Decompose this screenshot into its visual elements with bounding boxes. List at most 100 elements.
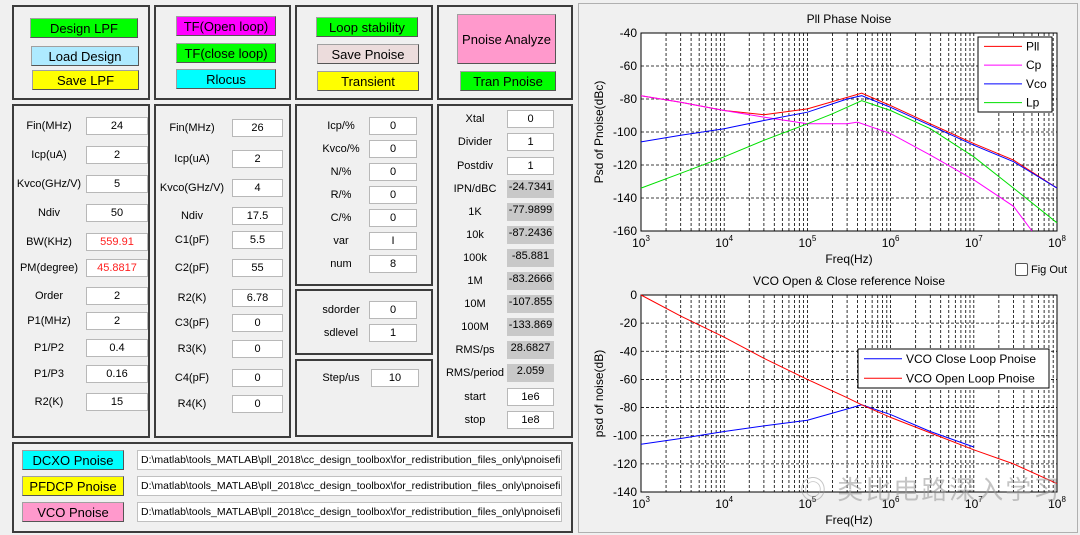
field-label: 100M xyxy=(461,321,489,333)
p1-p3-field[interactable]: 0.16 xyxy=(86,365,148,383)
field-label: 10M xyxy=(464,298,486,310)
field-label: P1/P2 xyxy=(34,342,64,354)
save-pnoise-button[interactable]: Save Pnoise xyxy=(317,44,419,64)
sdorder-field[interactable]: 0 xyxy=(369,301,417,319)
var-field[interactable]: I xyxy=(369,232,417,250)
field-label: Ndiv xyxy=(37,207,60,219)
ndiv-field[interactable]: 50 xyxy=(86,204,148,222)
c-field[interactable]: 0 xyxy=(369,209,417,227)
load-design-button[interactable]: Load Design xyxy=(31,46,139,66)
pm-degree-field[interactable]: 45.8817 xyxy=(86,259,148,277)
panel-sd xyxy=(295,289,433,355)
field-label: Step/us xyxy=(322,372,360,384)
kvco-ghz-v-field[interactable]: 4 xyxy=(232,179,283,197)
divider-field[interactable]: 1 xyxy=(507,133,554,151)
p1-p2-field[interactable]: 0.4 xyxy=(86,339,148,357)
field-label: Order xyxy=(34,290,64,302)
kvco-field[interactable]: 0 xyxy=(369,140,417,158)
field-label: R2(K) xyxy=(34,396,64,408)
vco-pnoise-button[interactable]: VCO Pnoise xyxy=(22,502,124,522)
stop-field[interactable]: 1e8 xyxy=(507,411,554,429)
rms-ps-field: 28.6827 xyxy=(507,341,554,359)
c3-pf-field[interactable]: 0 xyxy=(232,314,283,332)
field-label: C4(pF) xyxy=(174,372,210,384)
field-label: 10k xyxy=(466,229,484,241)
xtal-field[interactable]: 0 xyxy=(507,110,554,128)
r3-k-field[interactable]: 0 xyxy=(232,340,283,358)
n-field[interactable]: 0 xyxy=(369,163,417,181)
r4-k-field[interactable]: 0 xyxy=(232,395,283,413)
fin-mhz-field[interactable]: 26 xyxy=(232,119,283,137)
field-label: Ndiv xyxy=(180,210,203,222)
dcxo-pnoise-path-field[interactable]: D:\matlab\tools_MATLAB\pll_2018\cc_desig… xyxy=(137,450,562,470)
pfdcp-pnoise-button[interactable]: PFDCP Pnoise xyxy=(22,476,124,496)
field-label: R4(K) xyxy=(177,398,207,410)
field-label: Kvco(GHz/V) xyxy=(16,178,82,190)
order-field[interactable]: 2 xyxy=(86,287,148,305)
tran-pnoise-button[interactable]: Tran Pnoise xyxy=(460,71,556,91)
design-lpf-button[interactable]: Design LPF xyxy=(30,18,138,38)
field-label: BW(KHz) xyxy=(26,236,72,248)
field-label: RMS/ps xyxy=(455,344,495,356)
num-field[interactable]: 8 xyxy=(369,255,417,273)
c1-pf-field[interactable]: 5.5 xyxy=(232,231,283,249)
10k-field: -87.2436 xyxy=(507,226,554,244)
field-label: P1/P3 xyxy=(34,368,64,380)
icp-ua-field[interactable]: 2 xyxy=(232,150,283,168)
field-label: R2(K) xyxy=(177,292,207,304)
c2-pf-field[interactable]: 55 xyxy=(232,259,283,277)
field-label: Postdiv xyxy=(456,160,494,172)
10m-field: -107.855 xyxy=(507,295,554,313)
start-field[interactable]: 1e6 xyxy=(507,388,554,406)
field-label: Fin(MHz) xyxy=(169,122,215,134)
icp-ua-field[interactable]: 2 xyxy=(86,146,148,164)
p1-mhz-field[interactable]: 2 xyxy=(86,312,148,330)
100k-field: -85.881 xyxy=(507,249,554,267)
field-label: C3(pF) xyxy=(174,317,210,329)
field-label: R3(K) xyxy=(177,343,207,355)
field-label: P1(MHz) xyxy=(27,315,71,327)
field-label: 1K xyxy=(468,206,482,218)
field-label: C2(pF) xyxy=(174,262,210,274)
loop-stability-button[interactable]: Loop stability xyxy=(316,17,418,37)
r2-k-field[interactable]: 15 xyxy=(86,393,148,411)
field-label: PM(degree) xyxy=(19,262,79,274)
save-lpf-button[interactable]: Save LPF xyxy=(32,70,139,90)
bw-khz-field[interactable]: 559.91 xyxy=(86,233,148,251)
kvco-ghz-v-field[interactable]: 5 xyxy=(86,175,148,193)
checkbox-icon[interactable] xyxy=(1015,263,1028,276)
watermark: ◎ 类比电路深入学习 xyxy=(800,475,1062,505)
1k-field: -77.9899 xyxy=(507,203,554,221)
sdlevel-field[interactable]: 1 xyxy=(369,324,417,342)
icp-field[interactable]: 0 xyxy=(369,117,417,135)
pnoise-analyze-button[interactable]: Pnoise Analyze xyxy=(457,14,556,64)
fin-mhz-field[interactable]: 24 xyxy=(86,117,148,135)
rlocus-button[interactable]: Rlocus xyxy=(176,69,276,89)
100m-field: -133.869 xyxy=(507,318,554,336)
tf-open-loop-button[interactable]: TF(Open loop) xyxy=(176,16,276,36)
c4-pf-field[interactable]: 0 xyxy=(232,369,283,387)
field-label: Icp(uA) xyxy=(174,153,210,165)
r2-k-field[interactable]: 6.78 xyxy=(232,289,283,307)
ndiv-field[interactable]: 17.5 xyxy=(232,207,283,225)
field-label: C1(pF) xyxy=(174,234,210,246)
rms-period-field: 2.059 xyxy=(507,364,554,382)
ipn-dbc-field: -24.7341 xyxy=(507,180,554,198)
1m-field: -83.2666 xyxy=(507,272,554,290)
field-label: IPN/dBC xyxy=(453,183,497,195)
dcxo-pnoise-button[interactable]: DCXO Pnoise xyxy=(22,450,124,470)
transient-button[interactable]: Transient xyxy=(317,71,419,91)
field-label: 100k xyxy=(463,252,487,264)
vco-pnoise-path-field[interactable]: D:\matlab\tools_MATLAB\pll_2018\cc_desig… xyxy=(137,502,562,522)
field-label: Xtal xyxy=(465,113,485,125)
figure-area xyxy=(578,3,1078,533)
field-label: start xyxy=(464,391,486,403)
postdiv-field[interactable]: 1 xyxy=(507,157,554,175)
tf-close-loop-button[interactable]: TF(close loop) xyxy=(176,43,276,63)
field-label: 1M xyxy=(467,275,483,287)
step-us-field[interactable]: 10 xyxy=(371,369,419,387)
field-label: Kvco(GHz/V) xyxy=(159,182,225,194)
fig-out-checkbox[interactable]: Fig Out xyxy=(1015,263,1067,276)
pfdcp-pnoise-path-field[interactable]: D:\matlab\tools_MATLAB\pll_2018\cc_desig… xyxy=(137,476,562,496)
r-field[interactable]: 0 xyxy=(369,186,417,204)
